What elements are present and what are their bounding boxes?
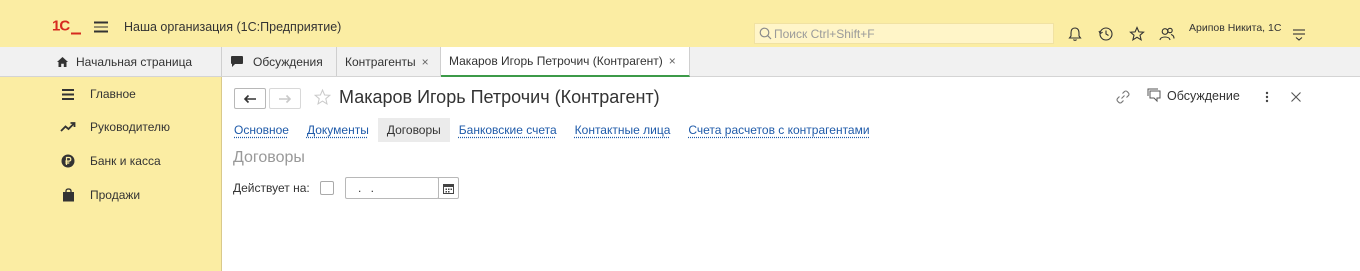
sidebar-item-sales[interactable]: Продажи — [0, 181, 222, 209]
app-title: Наша организация (1С:Предприятие) — [124, 20, 342, 34]
close-form-icon[interactable] — [1288, 89, 1304, 105]
section-bank-accounts[interactable]: Банковские счета — [459, 123, 557, 137]
1c-logo: 1С — [52, 18, 82, 35]
close-tab-icon[interactable]: × — [422, 55, 429, 69]
search-placeholder: Поиск Ctrl+Shift+F — [774, 26, 875, 41]
discussion-button[interactable]: Обсуждение — [1146, 88, 1240, 103]
arrow-left-icon — [243, 94, 256, 103]
form-title: Макаров Игорь Петрочич (Контрагент) — [339, 87, 660, 107]
calendar-button[interactable] — [438, 177, 459, 199]
section-contact-persons[interactable]: Контактные лица — [575, 123, 671, 137]
discussion-label: Обсуждение — [1167, 88, 1240, 103]
favorite-star-icon[interactable] — [313, 88, 332, 107]
users-icon[interactable] — [1158, 25, 1176, 43]
search-input[interactable]: Поиск Ctrl+Shift+F — [754, 23, 1054, 44]
logo-swoosh-icon — [71, 32, 82, 35]
tab-label: Макаров Игорь Петрочич (Контрагент) — [449, 54, 663, 68]
ruble-icon — [60, 153, 76, 169]
filter-row: Действует на: — [233, 177, 310, 199]
history-icon[interactable] — [1097, 25, 1115, 43]
sidebar-item-manager[interactable]: Руководителю — [0, 113, 222, 141]
date-field[interactable]: . . — [345, 177, 439, 199]
form-sections-bar: Основное Документы Договоры Банковские с… — [234, 117, 888, 142]
star-icon[interactable] — [1128, 25, 1146, 43]
sidebar-item-label: Продажи — [90, 188, 141, 202]
section-settlement-accounts[interactable]: Счета расчетов с контрагентами — [688, 123, 869, 137]
tab-label: Начальная страница — [76, 54, 193, 69]
top-bar: 1С Наша организация (1С:Предприятие) Пои… — [0, 0, 1360, 47]
list-icon — [60, 86, 76, 102]
group-title: Договоры — [233, 149, 305, 166]
tab-discussions[interactable]: Обсуждения — [222, 47, 337, 76]
tab-counterparty-card[interactable]: Макаров Игорь Петрочич (Контрагент) × — [441, 47, 690, 77]
sidebar-item-bank[interactable]: Банк и касса — [0, 147, 222, 175]
sidebar-item-label: Банк и касса — [90, 154, 161, 168]
form-area: Макаров Игорь Петрочич (Контрагент) Обсу… — [222, 77, 1360, 271]
tab-counterparties[interactable]: Контрагенты × — [337, 47, 441, 76]
section-documents[interactable]: Документы — [307, 123, 369, 137]
section-contracts[interactable]: Договоры — [377, 117, 450, 142]
sidebar-item-label: Руководителю — [90, 120, 171, 134]
user-name[interactable]: Арипов Никита, 1С — [1189, 22, 1281, 34]
sections-panel: Главное Руководителю Банк и касса Продаж… — [0, 77, 222, 271]
close-tab-icon[interactable]: × — [669, 54, 676, 68]
back-button[interactable] — [234, 88, 266, 109]
active-on-checkbox[interactable] — [320, 181, 334, 195]
forward-button[interactable] — [269, 88, 301, 109]
trend-icon — [60, 119, 76, 135]
bag-icon — [60, 187, 76, 203]
sidebar-item-label: Главное — [90, 87, 136, 101]
tab-label: Обсуждения — [253, 54, 323, 69]
calendar-icon — [443, 183, 454, 194]
chat-icon — [231, 56, 243, 67]
more-actions-icon[interactable] — [1262, 89, 1272, 105]
search-icon — [759, 27, 772, 40]
discussion-icon — [1147, 88, 1161, 103]
menu-icon[interactable] — [94, 21, 108, 33]
arrow-right-icon — [279, 94, 292, 103]
link-icon[interactable] — [1115, 89, 1131, 105]
sidebar-item-main[interactable]: Главное — [0, 80, 222, 108]
filter-label: Действует на: — [233, 181, 310, 195]
bell-icon[interactable] — [1066, 25, 1084, 43]
open-windows-bar: Начальная страница Обсуждения Контрагент… — [0, 47, 1360, 77]
logo-text: 1С — [52, 17, 70, 35]
tab-label: Контрагенты — [345, 54, 416, 69]
tab-home[interactable]: Начальная страница — [48, 47, 222, 76]
settings-menu-icon[interactable] — [1290, 25, 1308, 43]
home-icon — [57, 56, 68, 67]
section-main[interactable]: Основное — [234, 123, 289, 137]
